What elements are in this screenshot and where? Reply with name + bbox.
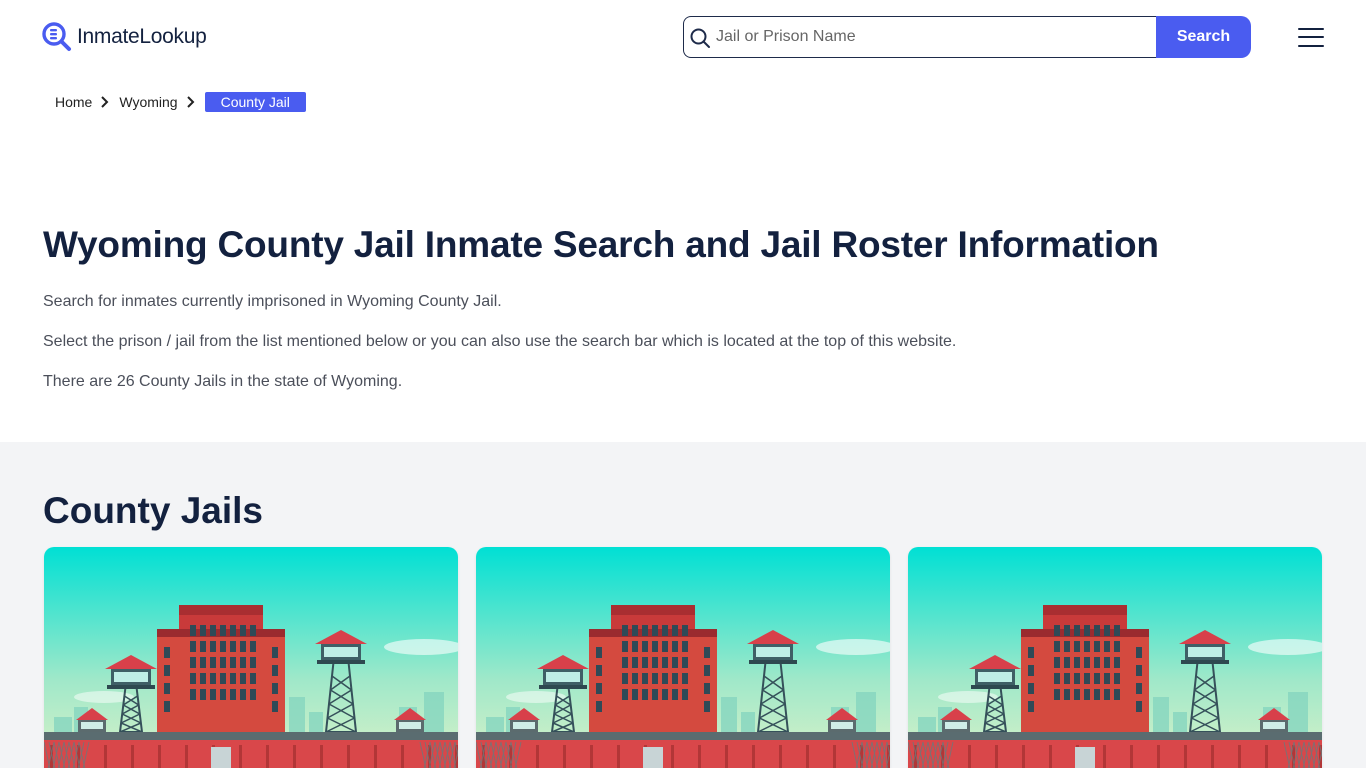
jail-illustration [44,547,458,768]
site-logo[interactable]: InmateLookup [42,22,207,52]
search-icon [690,28,710,48]
intro-paragraph: Select the prison / jail from the list m… [43,333,957,350]
search-button[interactable]: Search [1156,16,1251,58]
search-box [683,16,1163,58]
county-jails-section: County Jails [0,442,1366,768]
jail-illustration [476,547,890,768]
section-title: County Jails [43,490,263,531]
chevron-right-icon [101,96,109,108]
breadcrumb-home[interactable]: Home [55,94,92,110]
jail-card[interactable] [476,547,890,768]
breadcrumb: Home Wyoming County Jail [55,92,306,112]
jail-card[interactable] [44,547,458,768]
intro-paragraph: Search for inmates currently imprisoned … [43,293,502,310]
search-form: Search [683,16,1251,58]
logo-icon [42,22,71,51]
site-header: InmateLookup Search [0,0,1366,74]
breadcrumb-wyoming[interactable]: Wyoming [119,94,177,110]
page-title: Wyoming County Jail Inmate Search and Ja… [43,224,1159,265]
intro-paragraph: There are 26 County Jails in the state o… [43,373,403,390]
hamburger-menu-icon[interactable] [1298,26,1324,48]
search-input[interactable] [716,17,1156,57]
chevron-right-icon [186,96,195,108]
breadcrumb-current: County Jail [204,92,306,112]
logo-text: InmateLookup [77,25,207,48]
jail-illustration [908,547,1322,768]
jail-card[interactable] [908,547,1322,768]
